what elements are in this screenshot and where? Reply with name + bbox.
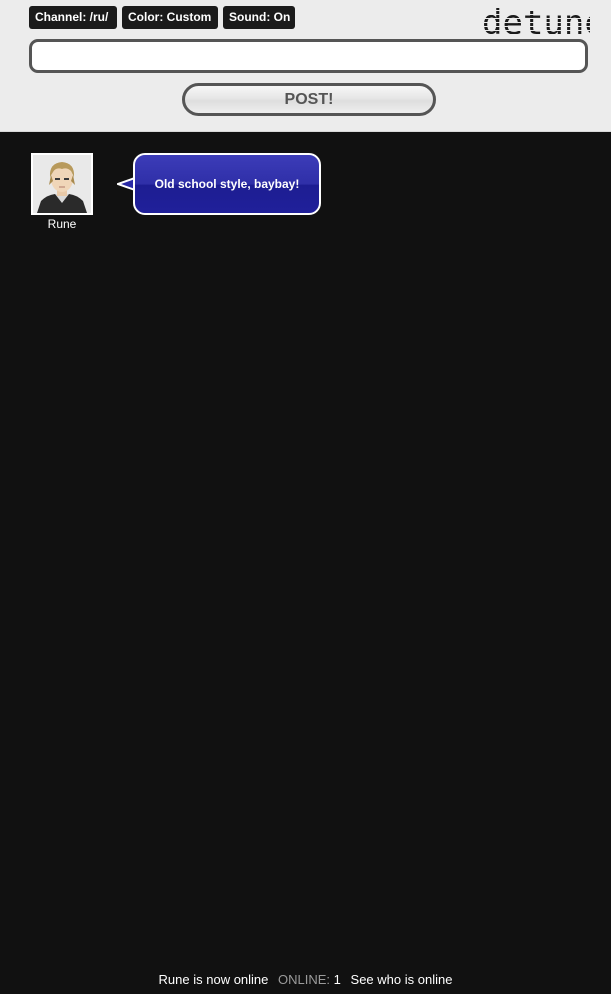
status-bar: Rune is now online ONLINE: 1 See who is … xyxy=(0,970,611,990)
see-who-online-link[interactable]: See who is online xyxy=(351,972,453,987)
online-count: 1 xyxy=(333,972,341,987)
sound-button[interactable]: Sound: On xyxy=(223,6,295,29)
anime-avatar-icon xyxy=(33,155,91,213)
post-button[interactable]: POST! xyxy=(182,83,436,116)
message-input[interactable] xyxy=(29,39,588,73)
status-text: Rune is now online xyxy=(158,972,269,987)
site-logo: detune xyxy=(470,3,590,43)
online-label: ONLINE: xyxy=(278,972,331,987)
top-panel: Channel: /ru/ Color: Custom Sound: On de… xyxy=(0,0,611,132)
channel-button[interactable]: Channel: /ru/ xyxy=(29,6,117,29)
color-button[interactable]: Color: Custom xyxy=(122,6,218,29)
site-logo-text: detune xyxy=(482,3,590,43)
message-author: Rune xyxy=(47,217,77,231)
message-bubble: Old school style, baybay! xyxy=(133,153,321,215)
avatar[interactable] xyxy=(31,153,93,215)
